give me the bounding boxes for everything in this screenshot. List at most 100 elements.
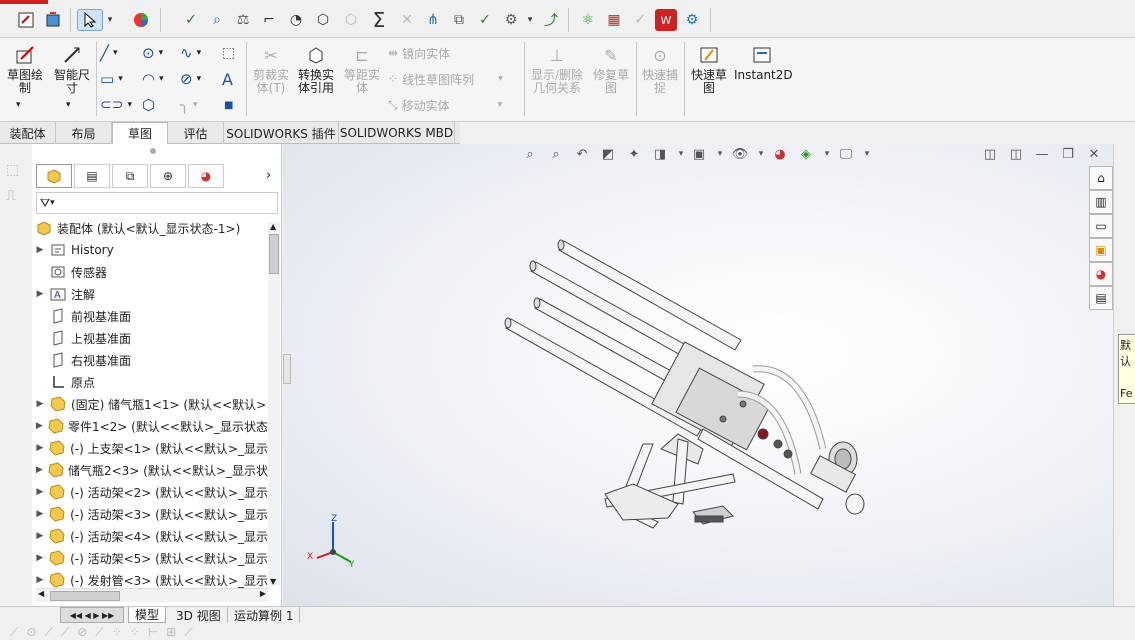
instant2d-button[interactable]: Instant2D	[734, 44, 793, 82]
expand-arrow-icon[interactable]: ▶	[32, 399, 48, 409]
show-relations-button[interactable]: ⊥ 显示/删除 几何关系	[528, 44, 586, 95]
slot-tool[interactable]: ⊂⊃ ▾	[100, 96, 132, 114]
expand-arrow-icon[interactable]: ▶	[32, 509, 48, 519]
custom-properties-icon[interactable]: ▤	[1089, 286, 1113, 310]
tree-item[interactable]: ▶ 零件1<2> (默认<<默认>_显示状态	[32, 415, 268, 437]
panel-collapse-handle[interactable]	[283, 354, 291, 384]
tab-model[interactable]: 模型	[128, 607, 167, 623]
line-tool[interactable]: ╱ ▾	[100, 44, 118, 62]
tree-item[interactable]: ▶ (固定) 储气瓶1<1> (默认<<默认>	[32, 393, 268, 415]
tab-evaluate[interactable]: 评估	[168, 122, 224, 144]
file-explorer-icon[interactable]: ▭	[1089, 214, 1113, 238]
eval-dropdown-icon[interactable]: ▾	[524, 9, 536, 31]
tree-item[interactable]: ▶ A 注解	[32, 283, 268, 305]
expand-arrow-icon[interactable]: ▶	[32, 245, 48, 255]
tab-3d-views[interactable]: 3D 视图	[170, 607, 228, 623]
convert-entities-button[interactable]: 转换实 体引用	[294, 44, 338, 95]
simulation-icon[interactable]: ▦	[603, 9, 625, 31]
construction-tool[interactable]: ⬚	[222, 44, 235, 62]
configuration-manager-icon[interactable]: ⧉	[112, 164, 148, 188]
tree-item[interactable]: 右视基准面	[32, 349, 268, 371]
rebuild-icon[interactable]	[42, 9, 64, 31]
sketch-button[interactable]: 草图绘 制	[4, 44, 46, 95]
tab-scroll-buttons[interactable]: ◀◀ ◀ ▶ ▶▶	[60, 607, 124, 623]
check-icon[interactable]: ⋔	[422, 9, 444, 31]
display-manager-icon[interactable]: ◕	[188, 164, 224, 188]
circle-tool[interactable]: ⊙ ▾	[142, 44, 163, 62]
expand-arrow-icon[interactable]: ▶	[32, 421, 47, 431]
assembly-visualization-icon[interactable]: ✓	[474, 9, 496, 31]
select-dropdown-icon[interactable]: ▾	[104, 9, 116, 31]
tabs-more-icon[interactable]: ›	[266, 168, 271, 183]
offset-entities-button[interactable]: ⊏ 等距实 体	[340, 44, 384, 95]
dimxpert-manager-icon[interactable]: ⊕	[150, 164, 186, 188]
fillet-tool[interactable]: ╮ ▾	[180, 96, 198, 114]
tree-item[interactable]: ▶ (-) 活动架<2> (默认<<默认>_显示	[32, 481, 268, 503]
section-properties-icon[interactable]: ⌐	[258, 9, 280, 31]
tree-horizontal-scrollbar[interactable]: ◀ ▶	[36, 588, 268, 602]
rapid-snaps-button[interactable]: ⊙ 快速捕 捉	[640, 44, 680, 95]
assembly-model[interactable]	[283, 144, 1113, 606]
tree-item[interactable]: ▶ (-) 活动架<5> (默认<<默认>_显示	[32, 547, 268, 569]
expand-arrow-icon[interactable]: ▶	[32, 289, 48, 299]
rapid-sketch-button[interactable]: 快速草 图	[688, 44, 730, 95]
tab-solidworks-addins[interactable]: SOLIDWORKS 插件	[224, 122, 339, 144]
tab-assembly[interactable]: 装配体	[0, 122, 56, 144]
mirror-entities-button[interactable]: ⇹ 镜向实体	[388, 44, 450, 62]
equations-sigma-icon[interactable]: Σ	[368, 8, 390, 32]
property-manager-icon[interactable]: ▤	[74, 164, 110, 188]
sketch-dropdown-icon[interactable]: ▾	[16, 100, 21, 110]
tree-item[interactable]: 前视基准面	[32, 305, 268, 327]
spline-tool[interactable]: ∿ ▾	[180, 44, 201, 62]
tree-item[interactable]: 上视基准面	[32, 327, 268, 349]
rectangle-tool[interactable]: ▭ ▾	[100, 70, 123, 88]
view-palette-icon[interactable]: ▣	[1089, 238, 1113, 262]
design-library-icon[interactable]: ▥	[1089, 190, 1113, 214]
tree-item[interactable]: ▶ (-) 活动架<3> (默认<<默认>_显示	[32, 503, 268, 525]
tree-item[interactable]: 传感器	[32, 261, 268, 283]
export-excel-icon[interactable]: ⤴	[540, 9, 562, 31]
move-entities-button[interactable]: ⤡ 移动实体 ▾	[388, 96, 502, 114]
polygon-tool[interactable]: ⬡	[142, 96, 155, 114]
tree-item[interactable]: ▶ (-) 上支架<1> (默认<<默认>_显示	[32, 437, 268, 459]
tab-solidworks-mbd[interactable]: SOLIDWORKS MBD	[339, 122, 455, 144]
expand-arrow-icon[interactable]: ▶	[32, 443, 48, 453]
appearance-icon[interactable]	[130, 9, 152, 31]
arc-tool[interactable]: ◠ ▾	[142, 70, 164, 88]
smart-dimension-button[interactable]: 智能尺 寸	[52, 44, 92, 95]
expand-arrow-icon[interactable]: ▶	[32, 465, 47, 475]
tab-layout[interactable]: 布局	[56, 122, 112, 144]
settings-icon[interactable]: ⚙	[681, 9, 703, 31]
design-study-icon[interactable]: ⚛	[577, 9, 599, 31]
home-icon[interactable]: ⌂	[1089, 166, 1113, 190]
expand-arrow-icon[interactable]: ▶	[32, 575, 48, 585]
expand-arrow-icon[interactable]: ▶	[32, 487, 48, 497]
compare-icon[interactable]: ⧉	[448, 9, 470, 31]
text-tool[interactable]: A	[222, 70, 233, 89]
graphics-viewport[interactable]: ⌕ ⌕ ↶ ◩ ✦ ◨ ▾ ▣ ▾ 👁 ▾ ◕ ◈ ▾ 🖵 ▾ ◫ ◫ — ❐ …	[283, 144, 1113, 606]
tree-item[interactable]: ▶ (-) 活动架<4> (默认<<默认>_显示	[32, 525, 268, 547]
trim-entities-button[interactable]: ✂ 剪裁实 体(T)	[250, 44, 292, 95]
tree-root-assembly[interactable]: 装配体 (默认<默认_显示状态-1>)	[34, 217, 270, 239]
spell-check-icon[interactable]: ✓	[180, 9, 202, 31]
tab-sketch[interactable]: 草图	[112, 122, 168, 144]
more-eval-icon[interactable]: ⚙	[500, 9, 522, 31]
point-tool[interactable]: ■	[224, 96, 233, 114]
measure-icon[interactable]: ⌕	[206, 9, 228, 31]
tree-item[interactable]: ▶ 储气瓶2<3> (默认<<默认>_显示状	[32, 459, 268, 481]
tab-motion-study[interactable]: 运动算例 1	[228, 607, 301, 623]
interference-icon[interactable]: ⬡	[312, 9, 334, 31]
tree-item[interactable]: ▶ History	[32, 239, 268, 261]
sensor-gauge-icon[interactable]: ◔	[285, 9, 307, 31]
select-cursor-icon[interactable]	[77, 9, 103, 31]
tree-vertical-scrollbar[interactable]: ▲ ▼	[268, 222, 280, 586]
appearances-icon[interactable]: ◕	[1089, 262, 1113, 286]
linear-pattern-button[interactable]: ⁘ 线性草图阵列 ▾	[388, 70, 503, 88]
tree-hscroll-thumb[interactable]	[50, 591, 120, 601]
expand-arrow-icon[interactable]: ▶	[32, 553, 48, 563]
new-sketch-icon[interactable]	[15, 9, 37, 31]
tree-item[interactable]: 原点	[32, 371, 268, 393]
expand-arrow-icon[interactable]: ▶	[32, 531, 48, 541]
panel-grip[interactable]	[150, 148, 156, 154]
feature-manager-icon[interactable]	[36, 164, 72, 188]
